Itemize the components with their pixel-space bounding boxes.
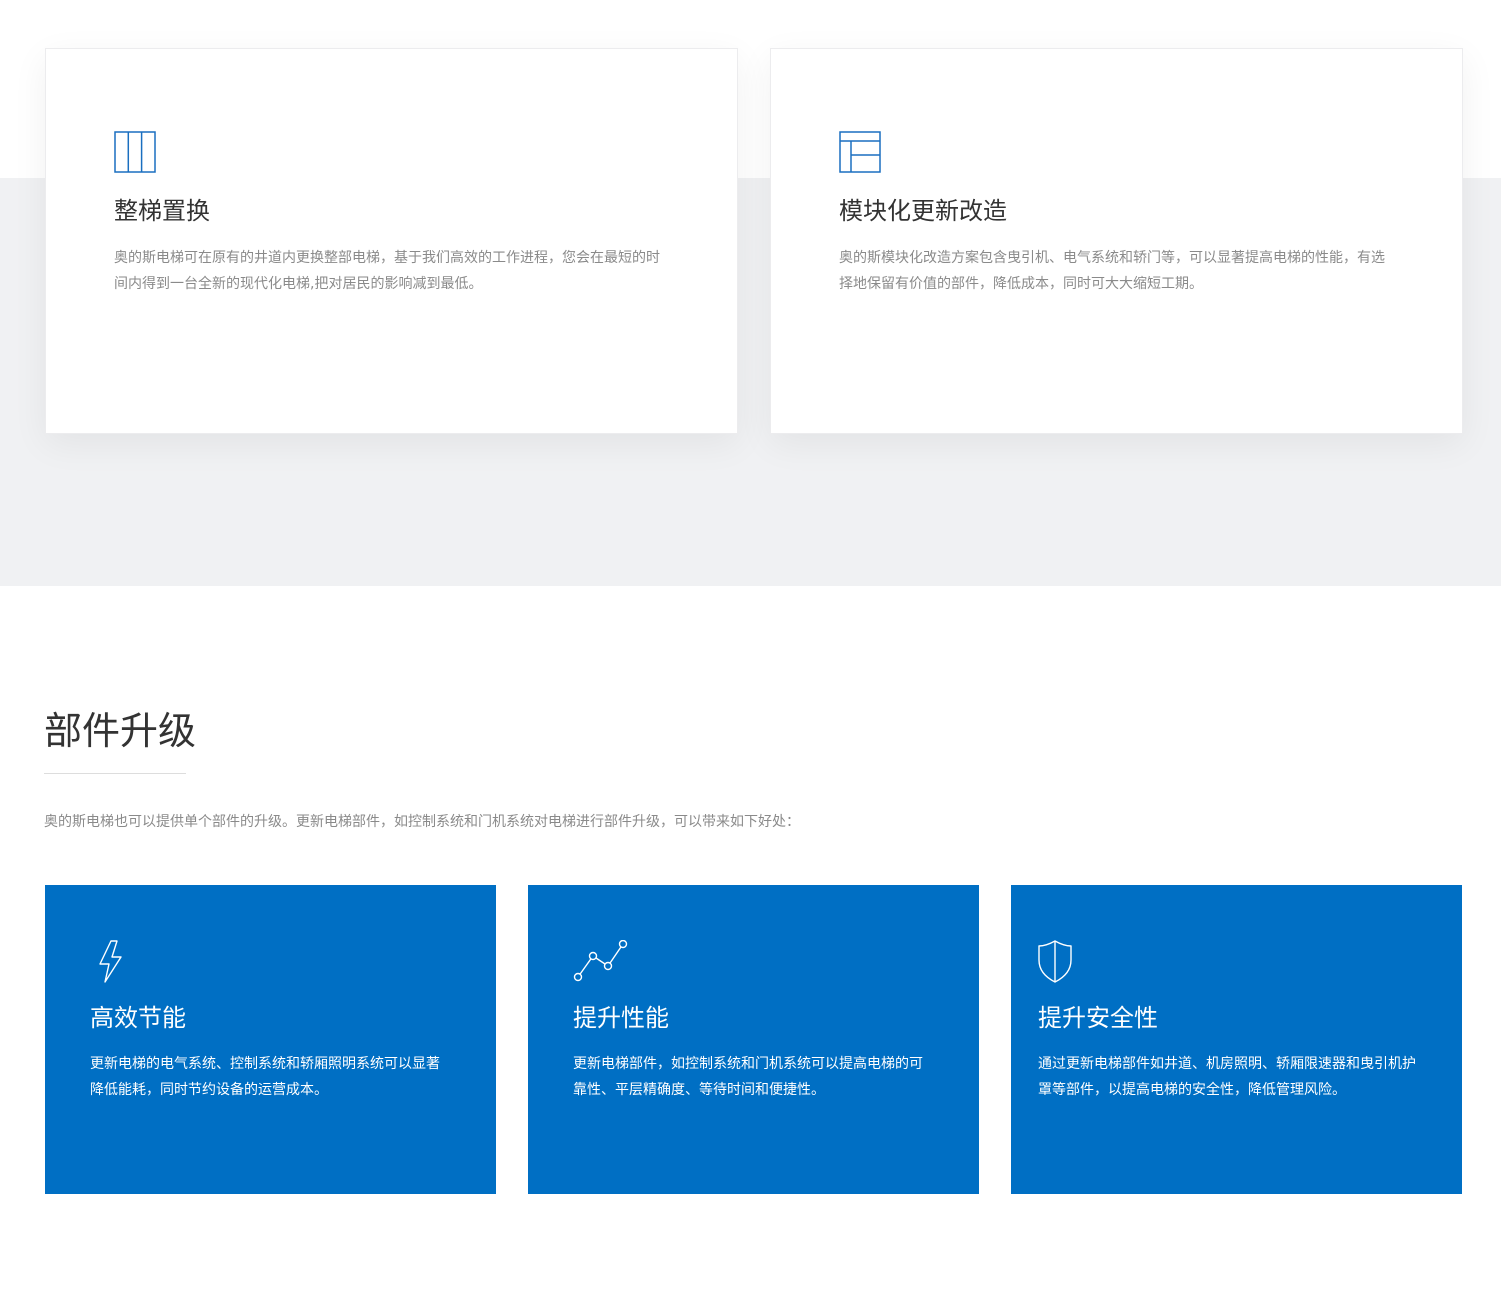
modular-layout-icon — [839, 131, 881, 173]
card-description: 奥的斯模块化改造方案包含曳引机、电气系统和轿门等，可以显著提高电梯的性能，有选择… — [839, 250, 1385, 292]
card-description: 奥的斯电梯可在原有的井道内更换整部电梯，基于我们高效的工作进程，您会在最短的时间… — [114, 250, 660, 292]
lightning-bolt-icon — [99, 940, 122, 983]
column-layout-icon — [114, 131, 156, 173]
section-divider — [44, 773, 186, 774]
feature-title: 提升安全性 — [1038, 1004, 1158, 1032]
feature-card-energy-efficiency: 高效节能 更新电梯的电气系统、控制系统和轿厢照明系统可以显著降低能耗，同时节约设… — [45, 885, 496, 1194]
feature-title: 高效节能 — [90, 1004, 186, 1032]
feature-description: 通过更新电梯部件如井道、机房照明、轿厢限速器和曳引机护罩等部件，以提高电梯的安全… — [1038, 1056, 1416, 1098]
modernization-card-modular-upgrade: 模块化更新改造 奥的斯模块化改造方案包含曳引机、电气系统和轿门等，可以显著提高电… — [770, 48, 1463, 434]
modernization-card-full-replacement: 整梯置换 奥的斯电梯可在原有的井道内更换整部电梯，基于我们高效的工作进程，您会在… — [45, 48, 738, 434]
section-title: 部件升级 — [44, 709, 197, 753]
card-title: 模块化更新改造 — [839, 197, 1007, 225]
section-intro: 奥的斯电梯也可以提供单个部件的升级。更新电梯部件，如控制系统和门机系统对电梯进行… — [44, 814, 800, 830]
shield-icon — [1038, 940, 1072, 983]
feature-card-performance: 提升性能 更新电梯部件，如控制系统和门机系统可以提高电梯的可靠性、平层精确度、等… — [528, 885, 979, 1194]
card-title: 整梯置换 — [114, 197, 210, 225]
feature-title: 提升性能 — [573, 1004, 669, 1032]
feature-description: 更新电梯的电气系统、控制系统和轿厢照明系统可以显著降低能耗，同时节约设备的运营成… — [90, 1056, 440, 1098]
feature-description: 更新电梯部件，如控制系统和门机系统可以提高电梯的可靠性、平层精确度、等待时间和便… — [573, 1056, 923, 1098]
feature-card-safety: 提升安全性 通过更新电梯部件如井道、机房照明、轿厢限速器和曳引机护罩等部件，以提… — [1011, 885, 1462, 1194]
line-chart-icon — [573, 940, 628, 982]
